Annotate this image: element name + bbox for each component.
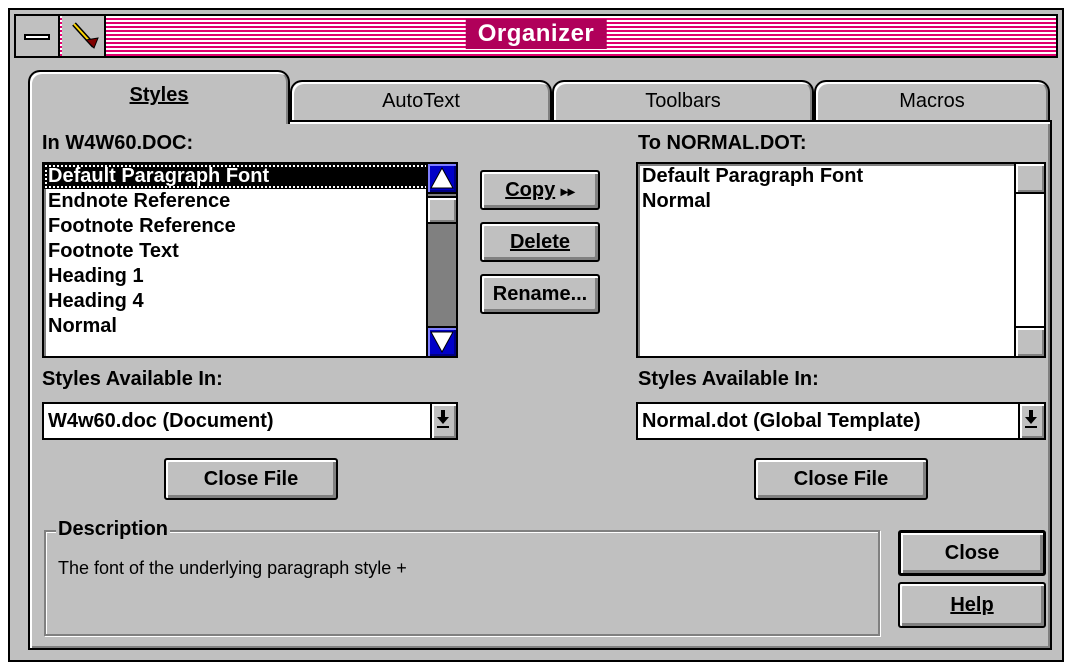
tab-autotext-label: AutoText bbox=[382, 90, 460, 112]
list-item[interactable]: Footnote Reference bbox=[44, 214, 456, 239]
right-items-container: Default Paragraph Font Normal bbox=[638, 164, 1044, 214]
list-item[interactable]: Default Paragraph Font bbox=[44, 164, 456, 189]
app-icon[interactable] bbox=[62, 16, 106, 56]
left-available-value: W4w60.doc (Document) bbox=[48, 410, 274, 432]
right-scroll-down-button[interactable] bbox=[1016, 326, 1044, 356]
right-available-value: Normal.dot (Global Template) bbox=[642, 410, 921, 432]
dropdown-arrow-icon bbox=[437, 410, 449, 428]
tab-autotext[interactable]: AutoText bbox=[290, 80, 552, 122]
tab-strip: Styles AutoText Toolbars Macros bbox=[28, 70, 1052, 124]
right-dropdown-button[interactable] bbox=[1018, 404, 1044, 438]
right-available-label: Styles Available In: bbox=[638, 368, 819, 390]
copy-arrows-icon: ▸▸ bbox=[560, 183, 575, 199]
left-items-container: Default Paragraph Font Endnote Reference F… bbox=[44, 164, 456, 339]
list-item[interactable]: Footnote Text bbox=[44, 239, 456, 264]
dropdown-arrow-icon bbox=[1025, 410, 1037, 428]
list-item[interactable]: Normal bbox=[638, 189, 1044, 214]
right-styles-list[interactable]: Default Paragraph Font Normal bbox=[636, 162, 1046, 358]
window-title: Organizer bbox=[465, 19, 607, 49]
close-button-label: Close bbox=[944, 542, 1000, 564]
help-button[interactable]: Help bbox=[898, 582, 1046, 628]
list-item[interactable]: Normal bbox=[44, 314, 456, 339]
tab-styles-label: Styles bbox=[129, 84, 189, 106]
tab-styles[interactable]: Styles bbox=[28, 70, 290, 124]
left-list-label: In W4W60.DOC: bbox=[42, 132, 194, 154]
scroll-thumb[interactable] bbox=[428, 196, 456, 224]
scroll-up-icon bbox=[430, 166, 454, 189]
delete-button-label: Delete bbox=[509, 231, 571, 253]
scroll-down-button[interactable] bbox=[428, 326, 456, 356]
styles-panel: In W4W60.DOC: Default Paragraph Font Endn… bbox=[28, 120, 1052, 650]
left-close-file-button[interactable]: Close File bbox=[164, 458, 338, 500]
close-button[interactable]: Close bbox=[898, 530, 1046, 576]
scroll-down-icon bbox=[430, 331, 454, 354]
rename-button[interactable]: Rename... bbox=[480, 274, 600, 314]
system-menu-icon bbox=[24, 34, 50, 40]
list-item[interactable]: Heading 4 bbox=[44, 289, 456, 314]
tab-toolbars-label: Toolbars bbox=[645, 90, 721, 112]
right-close-file-button[interactable]: Close File bbox=[754, 458, 928, 500]
list-item[interactable]: Heading 1 bbox=[44, 264, 456, 289]
description-group: Description The font of the underlying p… bbox=[44, 518, 880, 636]
list-item[interactable]: Default Paragraph Font bbox=[638, 164, 1044, 189]
left-close-file-label: Close File bbox=[203, 468, 299, 490]
left-available-dropdown[interactable]: W4w60.doc (Document) bbox=[42, 402, 458, 440]
description-title: Description bbox=[56, 518, 171, 541]
title-bar[interactable]: Organizer bbox=[14, 14, 1058, 58]
left-dropdown-button[interactable] bbox=[430, 404, 456, 438]
delete-button[interactable]: Delete bbox=[480, 222, 600, 262]
left-styles-list[interactable]: Default Paragraph Font Endnote Reference F… bbox=[42, 162, 458, 358]
right-available-dropdown[interactable]: Normal.dot (Global Template) bbox=[636, 402, 1046, 440]
help-button-label: Help bbox=[950, 594, 994, 616]
right-scroll-up-button[interactable] bbox=[1016, 164, 1044, 194]
tab-macros[interactable]: Macros bbox=[814, 80, 1050, 122]
right-close-file-label: Close File bbox=[793, 468, 889, 490]
tab-macros-label: Macros bbox=[899, 90, 965, 112]
copy-button[interactable]: Copy ▸▸ bbox=[480, 170, 600, 210]
description-text: The font of the underlying paragraph sty… bbox=[58, 558, 407, 578]
system-menu-button[interactable] bbox=[16, 16, 60, 56]
organizer-window: Organizer Styles AutoText Toolbars Macro… bbox=[8, 8, 1064, 662]
list-item[interactable]: Endnote Reference bbox=[44, 189, 456, 214]
left-available-label: Styles Available In: bbox=[42, 368, 223, 390]
copy-button-label: Copy bbox=[505, 179, 556, 201]
wand-icon bbox=[72, 22, 99, 49]
left-list-scrollbar[interactable] bbox=[426, 164, 456, 356]
rename-button-label: Rename... bbox=[492, 283, 588, 305]
right-list-label: To NORMAL.DOT: bbox=[638, 132, 807, 154]
tab-toolbars[interactable]: Toolbars bbox=[552, 80, 814, 122]
right-list-scrollbar[interactable] bbox=[1014, 164, 1044, 356]
scroll-up-button[interactable] bbox=[428, 164, 456, 194]
